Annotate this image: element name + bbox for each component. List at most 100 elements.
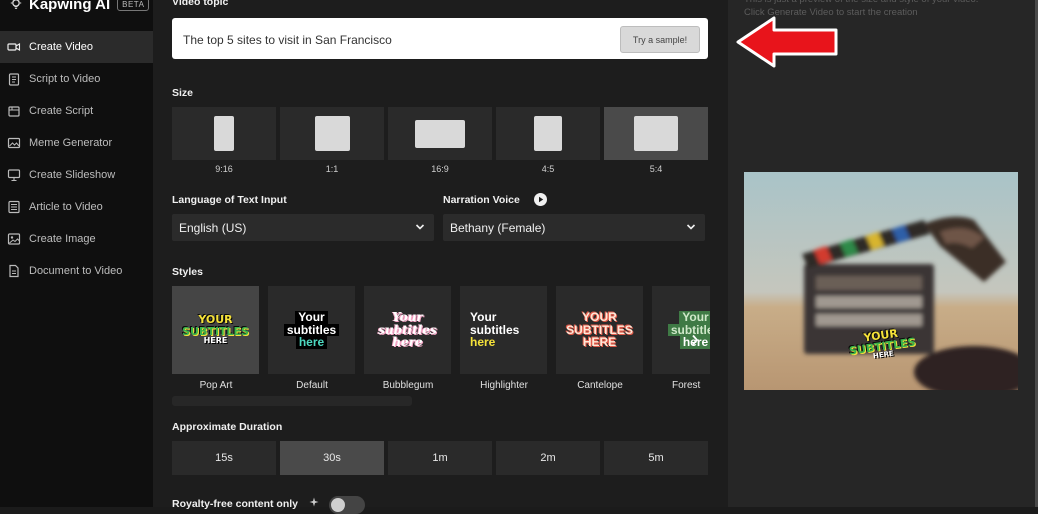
aspect-shape	[534, 116, 562, 151]
narration-voice-select[interactable]: Bethany (Female)	[443, 214, 705, 241]
red-arrow-icon	[736, 16, 838, 68]
narration-voice-label: Narration Voice	[443, 194, 520, 206]
language-label: Language of Text Input	[172, 194, 287, 206]
aspect-shape	[415, 120, 465, 148]
style-sample-line: YOUR	[582, 310, 617, 325]
style-name-pop-art: Pop Art	[199, 380, 233, 391]
video-topic-label: Video topic	[172, 0, 229, 8]
size-label: Size	[172, 87, 194, 99]
sidebar-item-label: Meme Generator	[29, 137, 113, 149]
style-sample-line: here	[470, 335, 496, 350]
sidebar-item-label: Create Video	[29, 41, 94, 53]
style-name-cantelope: Cantelope	[577, 380, 623, 391]
aspect-shape	[634, 116, 678, 151]
style-option-pop-art[interactable]: YOUR SUBTITLES HERE	[172, 286, 259, 374]
sidebar-item-meme-generator[interactable]: Meme Generator	[0, 127, 153, 159]
video-topic-field[interactable]: Try a sample!	[172, 18, 708, 61]
slideshow-icon	[7, 169, 21, 182]
sidebar-nav: Create Video Script to Video Create Scri…	[0, 31, 153, 287]
brand[interactable]: Kapwing AI BETA	[9, 0, 150, 14]
style-name-highlighter: Highlighter	[480, 380, 528, 391]
style-option-cantelope[interactable]: YOUR SUBTITLES HERE	[556, 286, 643, 374]
chevron-right-icon[interactable]	[690, 334, 700, 346]
duration-option-15s[interactable]: 15s	[172, 441, 276, 475]
video-topic-input[interactable]	[181, 18, 615, 61]
style-option-forest[interactable]: Your subtitles here	[652, 286, 710, 374]
try-sample-button[interactable]: Try a sample!	[620, 26, 700, 53]
style-sample-line: Your	[470, 310, 497, 325]
app-name: Kapwing AI	[29, 0, 111, 13]
size-label-1-1: 1:1	[325, 164, 339, 174]
size-label-5-4: 5:4	[649, 164, 663, 174]
style-name-default: Default	[296, 380, 328, 391]
size-option-1-1[interactable]	[280, 107, 384, 160]
sidebar-item-document-to-video[interactable]: Document to Video	[0, 255, 153, 287]
video-preview: YOUR SUBTITLES HERE	[744, 172, 1018, 390]
duration-label: Approximate Duration	[172, 421, 283, 433]
size-options	[172, 107, 708, 160]
duration-option-1m[interactable]: 1m	[388, 441, 492, 475]
style-name-bubblegum: Bubblegum	[382, 380, 434, 391]
duration-options: 15s 30s 1m 2m 5m	[172, 441, 710, 475]
sidebar-item-label: Script to Video	[29, 73, 101, 85]
chevron-down-icon	[686, 224, 696, 230]
style-name-forest: Forest	[672, 380, 701, 391]
aspect-shape	[214, 116, 234, 151]
voice-value: Bethany (Female)	[450, 220, 546, 235]
size-option-5-4[interactable]	[604, 107, 708, 160]
style-sample-line: Your	[392, 310, 423, 325]
language-value: English (US)	[179, 220, 247, 235]
sidebar-item-label: Document to Video	[29, 265, 123, 277]
sidebar-item-create-image[interactable]: Create Image	[0, 223, 153, 255]
preview-panel: This is just a preview of the size and s…	[728, 0, 1038, 507]
language-select[interactable]: English (US)	[172, 214, 434, 241]
sidebar-item-label: Create Script	[29, 105, 94, 117]
create-video-form: Video topic Try a sample! Size 9:16 1:1 …	[153, 0, 728, 514]
duration-option-2m[interactable]: 2m	[496, 441, 600, 475]
beta-badge: BETA	[117, 0, 150, 11]
size-label-4-5: 4:5	[541, 164, 555, 174]
style-option-highlighter[interactable]: Your subtitles here	[460, 286, 547, 374]
script-icon	[8, 106, 20, 117]
image-frame-icon	[7, 137, 21, 149]
styles-scrollbar[interactable]	[172, 396, 412, 406]
aspect-shape	[315, 116, 350, 151]
sidebar-item-create-slideshow[interactable]: Create Slideshow	[0, 159, 153, 191]
clipboard-icon	[8, 73, 20, 86]
style-sample-line: HERE	[203, 336, 228, 346]
size-label-9-16: 9:16	[215, 164, 233, 174]
image-icon	[7, 233, 21, 245]
style-sample-line: here	[392, 335, 423, 350]
sparkle-icon	[309, 497, 319, 507]
play-sample-icon[interactable]	[534, 193, 547, 206]
sidebar-item-label: Create Image	[29, 233, 96, 245]
style-sample-line: HERE	[582, 335, 617, 350]
sidebar-item-label: Article to Video	[29, 201, 103, 213]
article-icon	[8, 200, 20, 214]
style-options: YOUR SUBTITLES HERE Your subtitles here …	[172, 286, 710, 374]
document-icon	[9, 264, 19, 278]
royalty-free-label: Royalty-free content only	[172, 498, 299, 510]
duration-option-5m[interactable]: 5m	[604, 441, 708, 475]
styles-label: Styles	[172, 266, 203, 278]
style-sample-line: Your	[679, 311, 710, 324]
duration-option-30s[interactable]: 30s	[280, 441, 384, 475]
size-option-9-16[interactable]	[172, 107, 276, 160]
lightbulb-icon	[10, 0, 22, 9]
sidebar-item-create-script[interactable]: Create Script	[0, 95, 153, 127]
video-camera-icon	[7, 43, 21, 51]
chevron-down-icon	[415, 224, 425, 230]
royalty-free-toggle[interactable]	[329, 496, 365, 514]
style-option-default[interactable]: Your subtitles here	[268, 286, 355, 374]
size-option-4-5[interactable]	[496, 107, 600, 160]
sidebar: Kapwing AI BETA Create Video Script to V…	[0, 0, 153, 507]
sidebar-item-create-video[interactable]: Create Video	[0, 31, 153, 63]
toggle-knob	[331, 498, 345, 512]
sidebar-item-label: Create Slideshow	[29, 169, 116, 181]
sidebar-item-script-to-video[interactable]: Script to Video	[0, 63, 153, 95]
sidebar-item-article-to-video[interactable]: Article to Video	[0, 191, 153, 223]
style-sample-line: Your	[295, 311, 328, 324]
style-option-bubblegum[interactable]: Your subtitles here	[364, 286, 451, 374]
size-option-16-9[interactable]	[388, 107, 492, 160]
size-label-16-9: 16:9	[431, 164, 449, 174]
